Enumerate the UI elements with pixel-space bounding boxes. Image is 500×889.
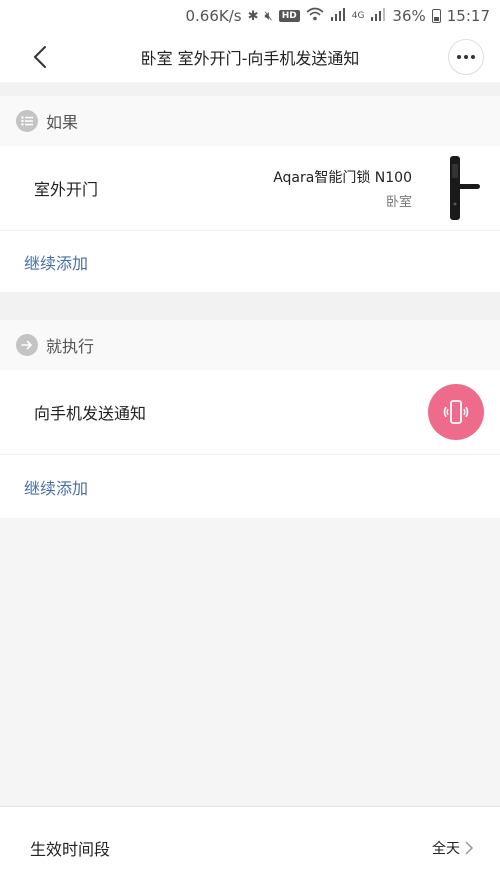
condition-section-header: 如果 [0,96,500,146]
bluetooth-icon: ✱ [247,8,259,24]
mute-icon: 🔇︎ [264,8,273,24]
active-period-value: 全天 [432,841,460,857]
dot-icon [471,55,475,59]
arrow-right-icon [16,334,38,356]
phone-notification-icon [428,384,484,440]
trigger-label: 室外开门 [34,180,99,199]
section-divider [0,82,500,96]
clock: 15:17 [446,7,490,25]
add-condition-link[interactable]: 继续添加 [0,230,500,292]
page-title: 卧室 室外开门-向手机发送通知 [140,49,360,68]
action-section-header: 就执行 [0,320,500,370]
device-name: Aqara智能门锁 N100 [273,169,412,186]
section-divider [0,292,500,320]
list-icon [16,110,38,132]
trigger-row[interactable]: 室外开门 Aqara智能门锁 N100 卧室 [0,146,500,230]
battery-percent: 36% [392,7,426,25]
add-action-link[interactable]: 继续添加 [0,454,500,518]
network-type: 4G [351,11,365,21]
chevron-right-icon [465,841,474,855]
hd-badge: HD [278,10,300,22]
door-lock-icon [446,154,482,224]
action-label: 向手机发送通知 [34,404,147,423]
dot-icon [457,55,461,59]
dot-icon [464,55,468,59]
action-row[interactable]: 向手机发送通知 [0,370,500,454]
active-period-value-group: 全天 [432,838,474,858]
back-icon[interactable] [30,45,52,69]
signal-icon-2 [370,7,386,25]
trigger-device-info: Aqara智能门锁 N100 卧室 [273,167,412,210]
wifi-icon [306,7,324,25]
condition-heading: 如果 [46,113,79,132]
action-heading: 就执行 [46,337,95,356]
network-speed: 0.66K/s [185,7,242,25]
top-app-bar: 卧室 室外开门-向手机发送通知 [0,32,500,82]
more-options-button[interactable] [448,39,484,75]
active-period-row[interactable]: 生效时间段 全天 [0,806,500,889]
active-period-label: 生效时间段 [30,840,111,859]
signal-icon [330,7,346,25]
battery-icon [431,9,441,23]
device-room: 卧室 [385,194,412,210]
status-bar: 0.66K/s ✱ 🔇︎ HD 4G 36% 15:17 [0,0,500,32]
